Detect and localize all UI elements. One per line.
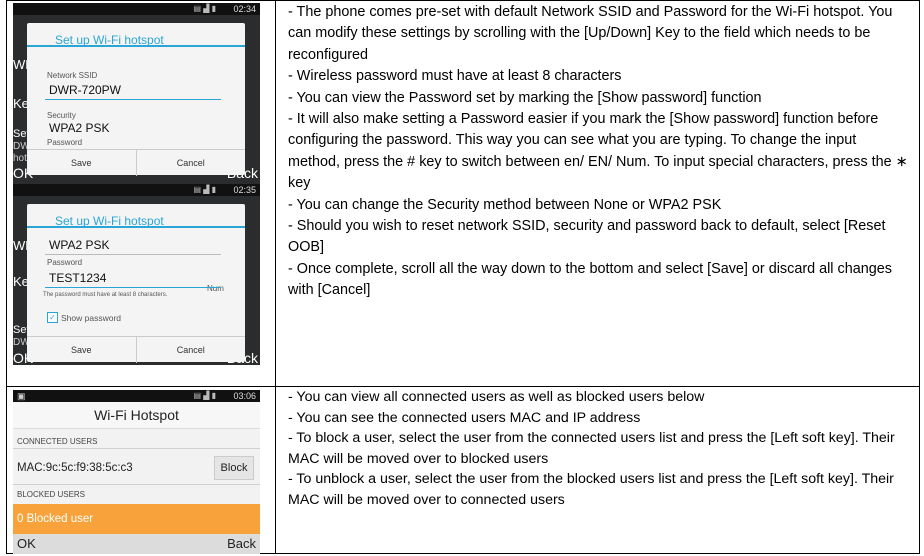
- password-label: Password: [47, 258, 83, 267]
- instruction-paragraph: - You can view all connected users as we…: [288, 389, 705, 405]
- security-label: Security: [47, 111, 76, 120]
- dialog-buttons: Save Cancel: [27, 149, 245, 176]
- ssid-field[interactable]: DWR-720PW: [49, 83, 121, 97]
- instruction-paragraph: - The phone comes pre-set with default N…: [288, 4, 893, 63]
- dialog-title: Set up Wi-Fi hotspot: [27, 204, 245, 228]
- instruction-paragraph: - To unblock a user, select the user fro…: [288, 471, 894, 508]
- block-button[interactable]: Block: [214, 456, 254, 480]
- password-hint: The password must have at least 8 charac…: [43, 292, 168, 298]
- signal-battery-icon: ▤ ▟ ▮: [193, 4, 216, 13]
- instruction-paragraph: - You can see the connected users MAC an…: [288, 409, 641, 426]
- dialog-buttons: Save Cancel: [27, 336, 245, 363]
- app-notification-icon: ▣: [17, 391, 26, 401]
- right-soft-key[interactable]: Back: [227, 534, 256, 554]
- password-label: Password: [47, 138, 83, 147]
- instruction-paragraph: - Wireless password must have at least 8…: [288, 68, 622, 85]
- divider: [13, 448, 260, 449]
- signal-battery-icon: ▤ ▟ ▮: [193, 391, 216, 400]
- left-soft-key[interactable]: OK: [17, 534, 36, 554]
- password-field[interactable]: TEST1234: [49, 271, 106, 285]
- status-time: 02:34: [233, 4, 256, 14]
- ssid-label: Network SSID: [47, 71, 98, 80]
- blocked-users-header: BLOCKED USERS: [17, 490, 86, 499]
- save-button[interactable]: Save: [27, 337, 136, 363]
- cancel-button[interactable]: Cancel: [135, 337, 246, 363]
- instruction-table: ▤ ▟ ▮ 02:34 WLAN Keep Set up DWR-7 hotsp…: [6, 0, 920, 554]
- instruction-paragraph: - You can change the Security method bet…: [288, 196, 722, 213]
- status-bar: ▣ ▤ ▟ ▮ 03:06: [13, 390, 260, 402]
- security-select[interactable]: WPA2 PSK: [49, 121, 109, 135]
- save-button[interactable]: Save: [27, 150, 136, 176]
- instruction-paragraph: - Once complete, scroll all the way down…: [288, 260, 892, 299]
- setup-dialog: Set up Wi-Fi hotspot Network SSID DWR-72…: [27, 23, 245, 176]
- instruction-paragraph: - You can view the Password set by marki…: [288, 89, 762, 106]
- instructions-text-1: - The phone comes pre-set with default N…: [288, 2, 908, 302]
- status-time: 03:06: [233, 391, 256, 401]
- ssid-underline: [45, 99, 221, 100]
- password-underline: [45, 287, 221, 288]
- instruction-paragraph: - Should you wish to reset network SSID,…: [288, 218, 886, 256]
- show-password-checkbox[interactable]: ✓: [47, 312, 58, 323]
- screenshot-setup-hotspot-2: ▤ ▟ ▮ 02:35 WLAN Keep Set up DWR-7 OK Ba…: [13, 184, 260, 365]
- instruction-paragraph: - To block a user, select the user from …: [288, 430, 895, 467]
- blocked-users-item[interactable]: 0 Blocked user: [13, 504, 260, 534]
- instruction-paragraph: - It will also make setting a Password e…: [288, 111, 908, 192]
- page-title: Wi-Fi Hotspot: [13, 402, 260, 429]
- show-password-label: Show password: [61, 313, 122, 323]
- security-select[interactable]: WPA2 PSK: [49, 238, 109, 252]
- status-bar: ▤ ▟ ▮ 02:35: [13, 184, 260, 196]
- connected-user-mac[interactable]: MAC:9c:5c:f9:38:5c:c3: [17, 462, 133, 474]
- cancel-button[interactable]: Cancel: [135, 150, 246, 176]
- status-bar: ▤ ▟ ▮ 02:34: [13, 3, 260, 15]
- status-time: 02:35: [233, 185, 256, 195]
- screenshot-setup-hotspot-1: ▤ ▟ ▮ 02:34 WLAN Keep Set up DWR-7 hotsp…: [13, 3, 260, 184]
- input-mode-indicator: Num: [207, 284, 224, 293]
- divider: [13, 484, 260, 485]
- dialog-title: Set up Wi-Fi hotspot: [27, 23, 245, 47]
- signal-battery-icon: ▤ ▟ ▮: [193, 185, 216, 194]
- instructions-text-2: - You can view all connected users as we…: [288, 387, 908, 511]
- screenshot-wifi-hotspot-users: ▣ ▤ ▟ ▮ 03:06 Wi-Fi Hotspot CONNECTED US…: [13, 390, 260, 554]
- column-divider: [275, 1, 276, 553]
- connected-users-header: CONNECTED USERS: [17, 437, 98, 446]
- soft-key-bar: OK Back: [13, 534, 260, 554]
- setup-dialog: Set up Wi-Fi hotspot WPA2 PSK Password T…: [27, 204, 245, 363]
- security-underline: [45, 254, 221, 255]
